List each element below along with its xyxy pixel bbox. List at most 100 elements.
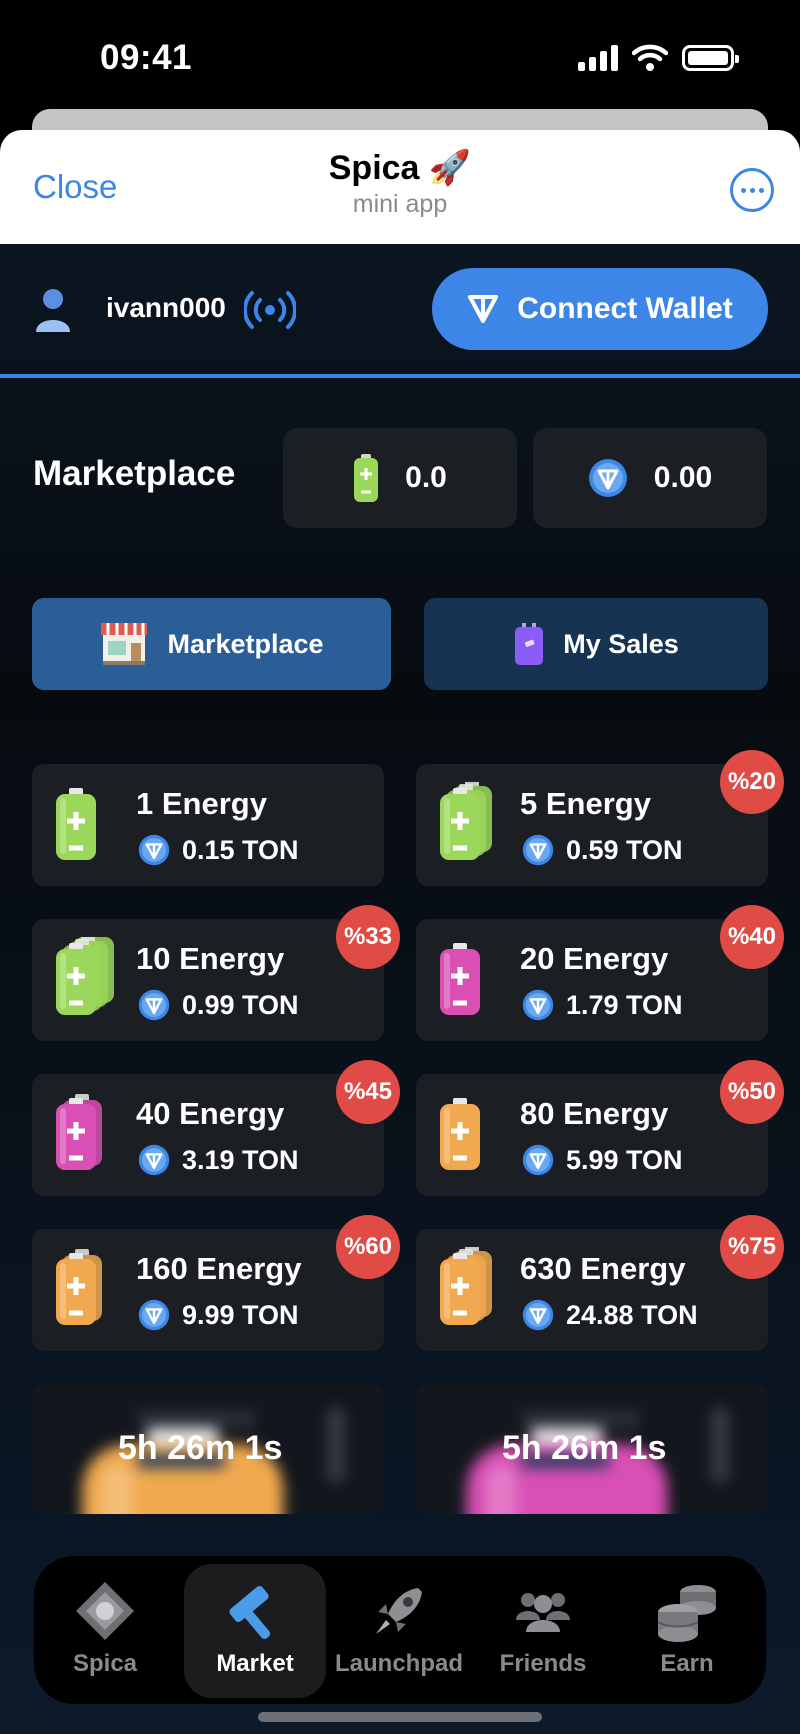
- user-row: ivann000 Connect Wallet: [0, 244, 800, 378]
- rocket-icon: [376, 1588, 422, 1634]
- user-icon: [36, 289, 70, 332]
- offer-price-value: 0.59 TON: [566, 834, 683, 865]
- nav-item-friends[interactable]: Friends: [472, 1564, 614, 1698]
- countdown-timer: 5h 26m 1s: [502, 1429, 667, 1467]
- discount-badge: %45: [336, 1060, 400, 1124]
- locked-offer-card[interactable]: 5h 26m 1s: [416, 1384, 768, 1514]
- offer-price: 24.88 TON: [522, 1299, 698, 1331]
- app-subtitle: mini app: [352, 190, 448, 218]
- title-block: Spica 🚀 mini app: [0, 148, 800, 219]
- offer-price-value: 0.99 TON: [182, 989, 299, 1020]
- countdown-timer: 5h 26m 1s: [118, 1429, 283, 1467]
- offer-price-value: 3.19 TON: [182, 1144, 299, 1175]
- offer-card[interactable]: 80 Energy 5.99 TON: [416, 1074, 768, 1196]
- nav-label-friends: Friends: [499, 1650, 587, 1677]
- offer-price-value: 1.79 TON: [566, 989, 683, 1020]
- app-content: ivann000 Connect Wallet Marketplace 0.0: [0, 244, 800, 1734]
- offer-title: 80 Energy: [520, 1096, 669, 1131]
- header-divider: [0, 374, 800, 378]
- offer-price-value: 9.99 TON: [182, 1299, 299, 1330]
- connect-wallet-button[interactable]: Connect Wallet: [432, 268, 768, 350]
- offer-card[interactable]: 10 Energy 0.99 TON: [32, 919, 384, 1041]
- signal-icon: [578, 45, 618, 71]
- offer-title: 40 Energy: [136, 1096, 285, 1131]
- offer-card[interactable]: 5 Energy 0.59 TON: [416, 764, 768, 886]
- offer-title: 630 Energy: [520, 1251, 686, 1286]
- battery-icon: [440, 1247, 492, 1325]
- shop-icon: [101, 623, 148, 665]
- battery-icon: [440, 943, 480, 1015]
- offer-price: 1.79 TON: [522, 989, 683, 1021]
- connect-wallet-label: Connect Wallet: [517, 292, 733, 325]
- mini-app-header: Close Spica 🚀 mini app: [0, 130, 800, 244]
- nav-label-launchpad: Launchpad: [334, 1650, 463, 1677]
- wifi-icon: [632, 44, 668, 71]
- nav-item-market[interactable]: Market: [184, 1564, 326, 1698]
- home-indicator: [258, 1712, 542, 1722]
- battery-icon: [682, 45, 739, 71]
- sales-icon: [515, 623, 544, 665]
- offer-price: 5.99 TON: [522, 1144, 683, 1176]
- nav-item-spica[interactable]: Spica: [34, 1564, 176, 1698]
- offer-title: 10 Energy: [136, 941, 285, 976]
- bottom-nav: Spica Market Launchpad Friends Earn: [34, 1556, 766, 1704]
- offer-price-value: 24.88 TON: [566, 1299, 698, 1330]
- battery-icon: [56, 1249, 102, 1325]
- ton-coin-icon: [522, 1144, 554, 1176]
- tab-marketplace-label: Marketplace: [167, 628, 324, 659]
- battery-icon: [440, 1098, 480, 1170]
- more-icon[interactable]: [730, 168, 774, 212]
- username: ivann000: [106, 292, 226, 323]
- hammer-icon: [229, 1586, 271, 1639]
- energy-balance-value: 0.0: [405, 461, 447, 494]
- nav-label-earn: Earn: [660, 1650, 714, 1677]
- energy-balance: 0.0: [283, 428, 517, 528]
- offer-title: 5 Energy: [520, 786, 651, 821]
- offer-card[interactable]: 40 Energy 3.19 TON: [32, 1074, 384, 1196]
- offer-price-value: 0.15 TON: [182, 834, 299, 865]
- locked-offer-card[interactable]: 5h 26m 1s: [32, 1384, 384, 1514]
- offer-price-value: 5.99 TON: [566, 1144, 683, 1175]
- offer-price: 0.99 TON: [138, 989, 299, 1021]
- spica-icon: [76, 1582, 134, 1640]
- offer-title: 20 Energy: [520, 941, 669, 976]
- ton-coin-icon: [522, 989, 554, 1021]
- battery-icon: [56, 1094, 102, 1170]
- discount-badge: %40: [720, 905, 784, 969]
- app-title: Spica 🚀: [328, 149, 472, 187]
- offer-title: 1 Energy: [136, 786, 267, 821]
- ton-coin-icon: [138, 834, 170, 866]
- discount-badge: %50: [720, 1060, 784, 1124]
- offer-card[interactable]: 20 Energy 1.79 TON: [416, 919, 768, 1041]
- offer-card[interactable]: 630 Energy 24.88 TON: [416, 1229, 768, 1351]
- ton-coin-icon: [588, 459, 627, 497]
- discount-badge: %33: [336, 905, 400, 969]
- ton-coin-icon: [522, 1299, 554, 1331]
- tab-my-sales[interactable]: My Sales: [424, 598, 768, 690]
- offer-price: 9.99 TON: [138, 1299, 299, 1331]
- discount-badge: %60: [336, 1215, 400, 1279]
- ton-icon: [468, 295, 499, 323]
- tab-marketplace[interactable]: Marketplace: [32, 598, 391, 690]
- nav-label-market: Market: [216, 1650, 294, 1677]
- battery-icon: [440, 782, 492, 860]
- ton-coin-icon: [138, 1299, 170, 1331]
- offer-price: 0.59 TON: [522, 834, 683, 866]
- ton-coin-icon: [138, 1144, 170, 1176]
- nav-item-earn[interactable]: Earn: [616, 1564, 758, 1698]
- marketplace-title: Marketplace: [33, 454, 236, 493]
- ton-balance: 0.00: [533, 428, 767, 528]
- ton-balance-value: 0.00: [653, 461, 713, 494]
- discount-badge: %20: [720, 750, 784, 814]
- broadcast-icon: [244, 291, 296, 329]
- status-icons: [578, 44, 739, 72]
- offer-card[interactable]: 160 Energy 9.99 TON: [32, 1229, 384, 1351]
- ton-coin-icon: [522, 834, 554, 866]
- offer-price: 3.19 TON: [138, 1144, 299, 1176]
- friends-icon: [516, 1593, 570, 1632]
- battery-icon: [56, 788, 96, 860]
- tab-my-sales-label: My Sales: [563, 628, 679, 659]
- nav-item-launchpad[interactable]: Launchpad: [328, 1564, 470, 1698]
- coins-icon: [657, 1585, 716, 1642]
- offer-card[interactable]: 1 Energy 0.15 TON: [32, 764, 384, 886]
